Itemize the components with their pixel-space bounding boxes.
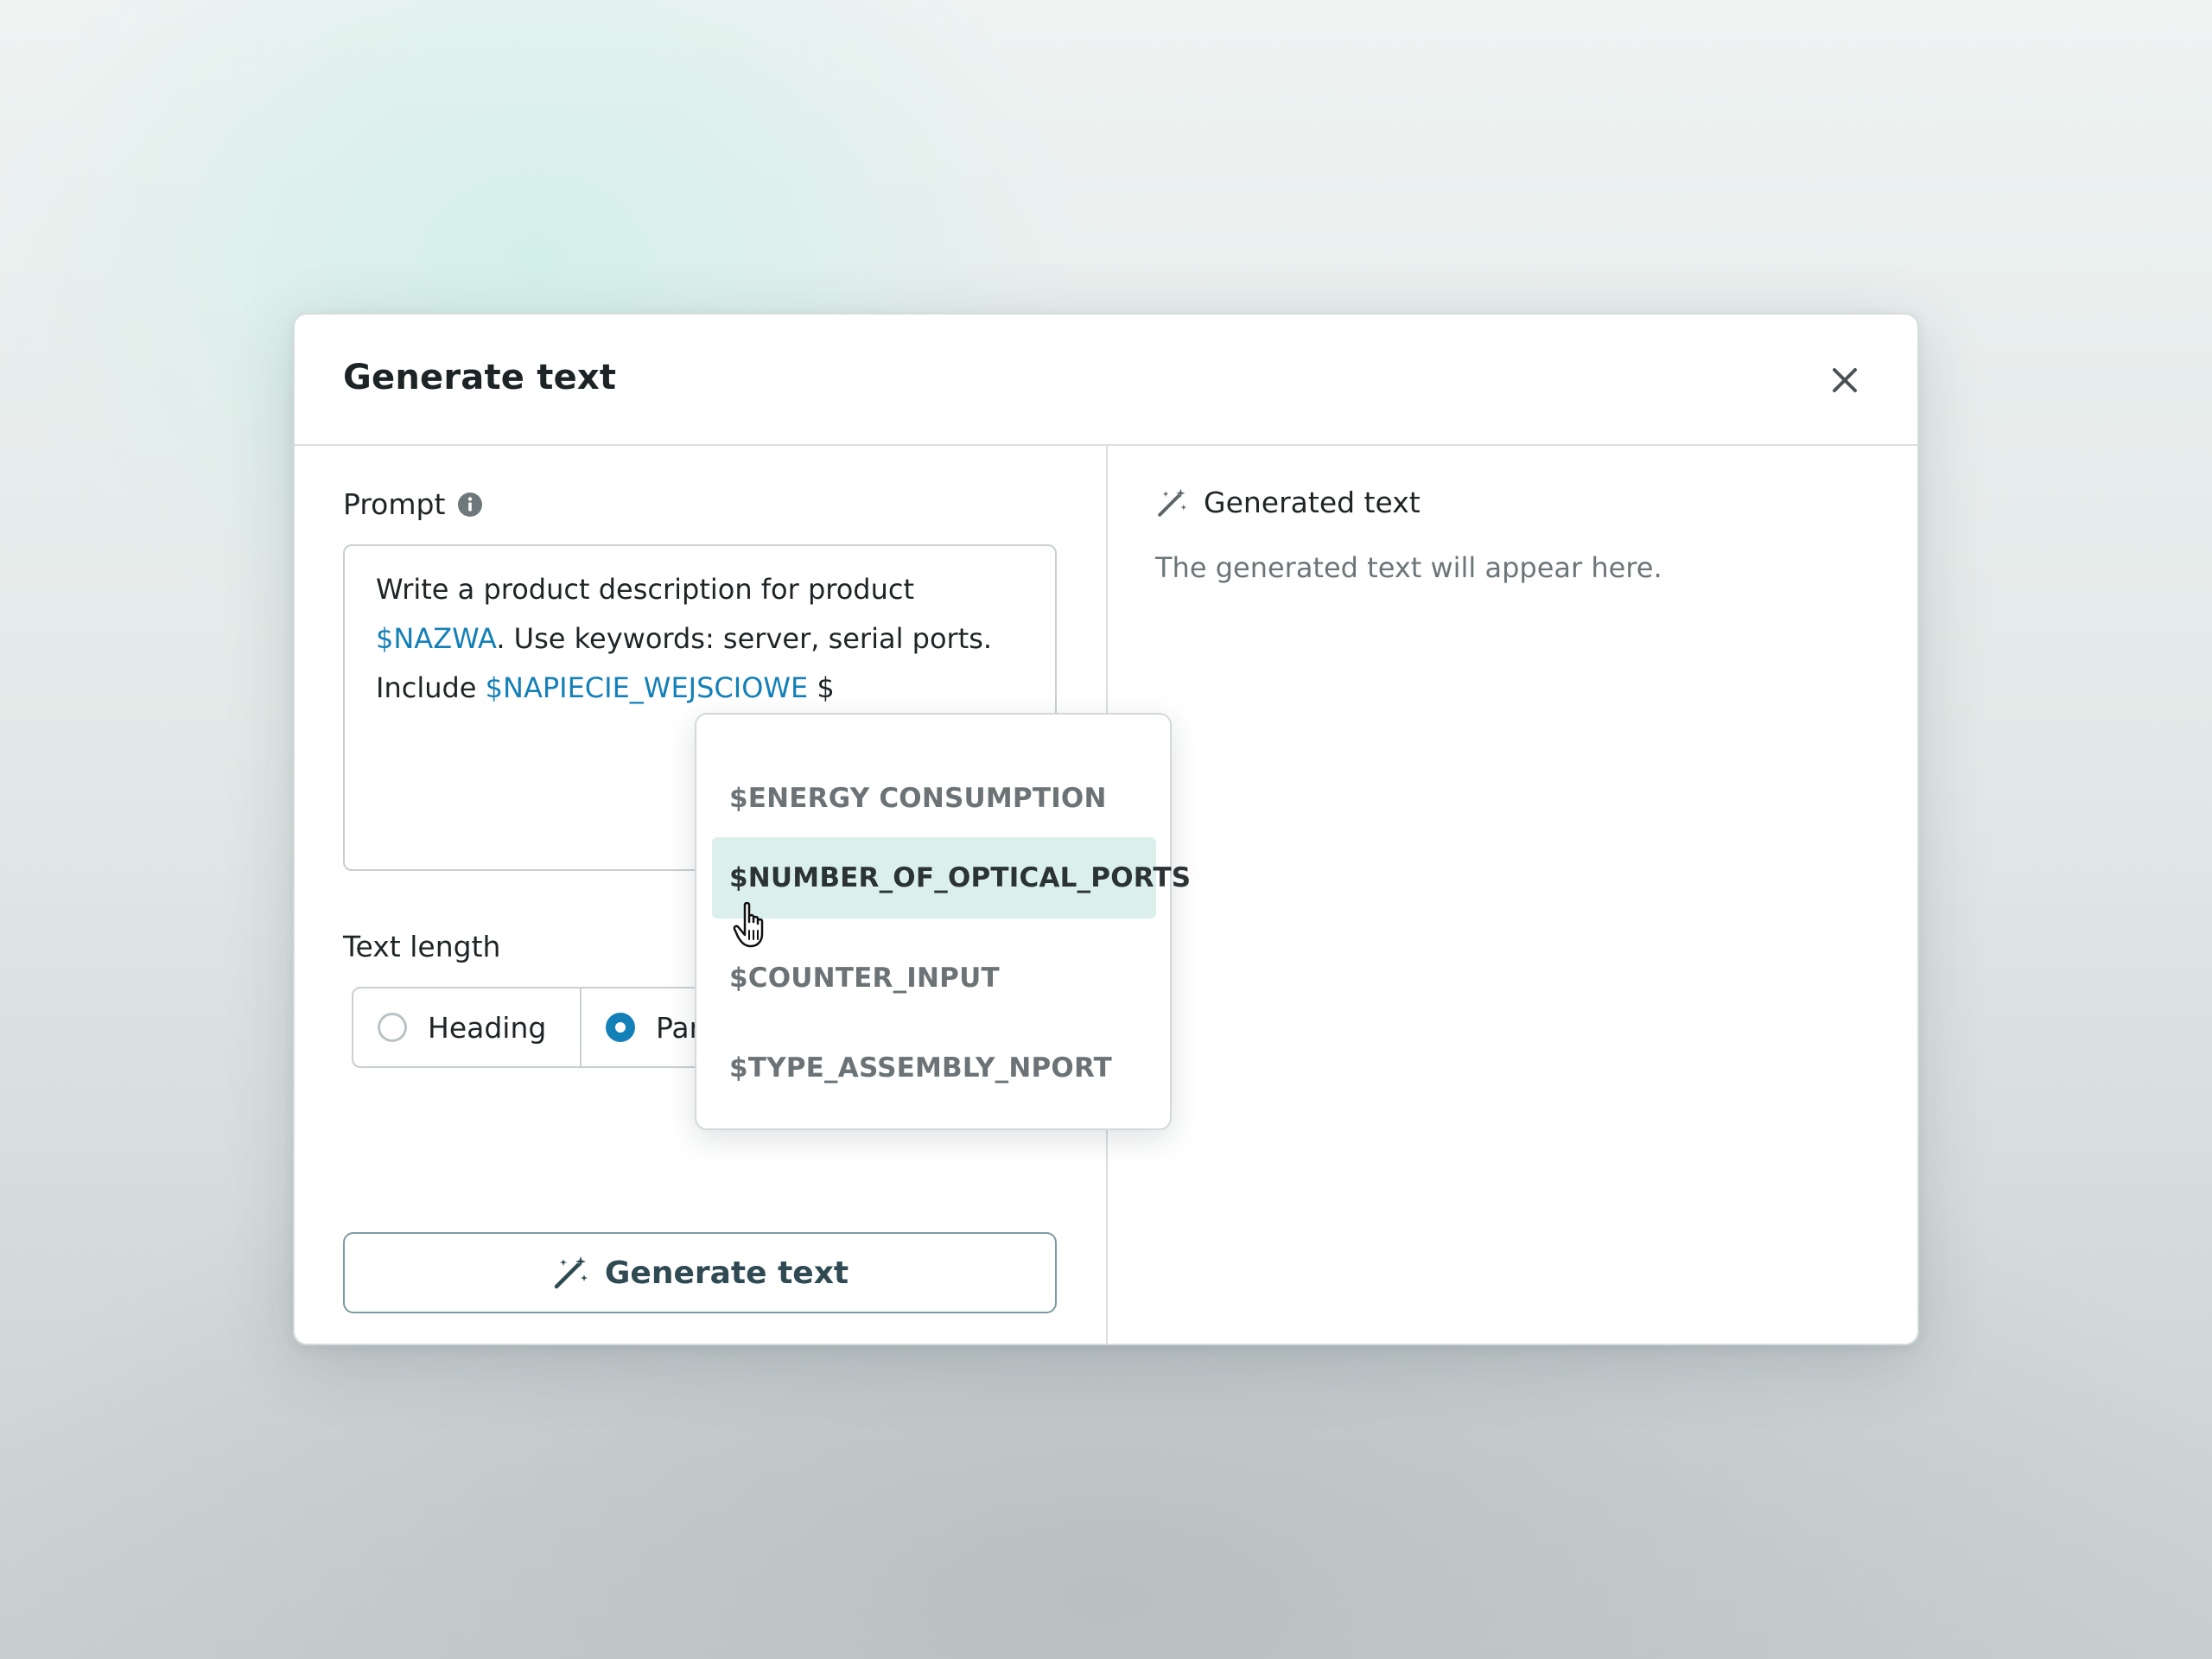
radio-checked-icon [606, 1013, 635, 1042]
prompt-text-1: Write a product description for product [376, 573, 915, 606]
close-button[interactable] [1824, 359, 1866, 401]
dialog-title: Generate text [343, 358, 617, 397]
generated-text-heading: Generated text [1155, 486, 1421, 519]
prompt-label: Prompt [343, 487, 483, 521]
close-icon [1833, 368, 1857, 392]
prompt-text-3: $ [808, 671, 835, 704]
info-icon[interactable] [457, 492, 483, 518]
text-length-option-heading[interactable]: Heading [353, 988, 582, 1066]
dropdown-item[interactable]: $TYPE_ASSEMBLY_NPORT [712, 1027, 1156, 1109]
prompt-variable-napiecie: $NAPIECIE_WEJSCIOWE [485, 671, 809, 704]
dropdown-item[interactable]: $ENERGY CONSUMPTION [712, 758, 1156, 839]
radio-unchecked-icon [378, 1013, 407, 1042]
generate-button-label: Generate text [604, 1255, 849, 1291]
dropdown-item[interactable]: $COUNTER_INPUT [712, 938, 1156, 1019]
option-label: Heading [428, 1010, 547, 1045]
magic-wand-icon [1158, 488, 1187, 517]
prompt-label-text: Prompt [343, 487, 446, 521]
generated-text-heading-label: Generated text [1204, 486, 1421, 519]
dropdown-item-highlighted[interactable]: $NUMBER_OF_OPTICAL_PORTS [712, 837, 1191, 918]
generate-text-button[interactable]: Generate text [343, 1232, 1057, 1313]
text-length-label: Text length [343, 930, 501, 963]
magic-wand-icon [554, 1256, 588, 1289]
text-length-option-paragraph[interactable]: Par [583, 988, 701, 1066]
generated-text-placeholder: The generated text will appear here. [1155, 551, 1662, 584]
prompt-variable-nazwa: $NAZWA [376, 622, 497, 655]
variable-suggestions-dropdown: $ENERGY CONSUMPTION $NUMBER_OF_OPTICAL_P… [695, 713, 1191, 1130]
dialog-header: Generate text [295, 315, 1917, 446]
